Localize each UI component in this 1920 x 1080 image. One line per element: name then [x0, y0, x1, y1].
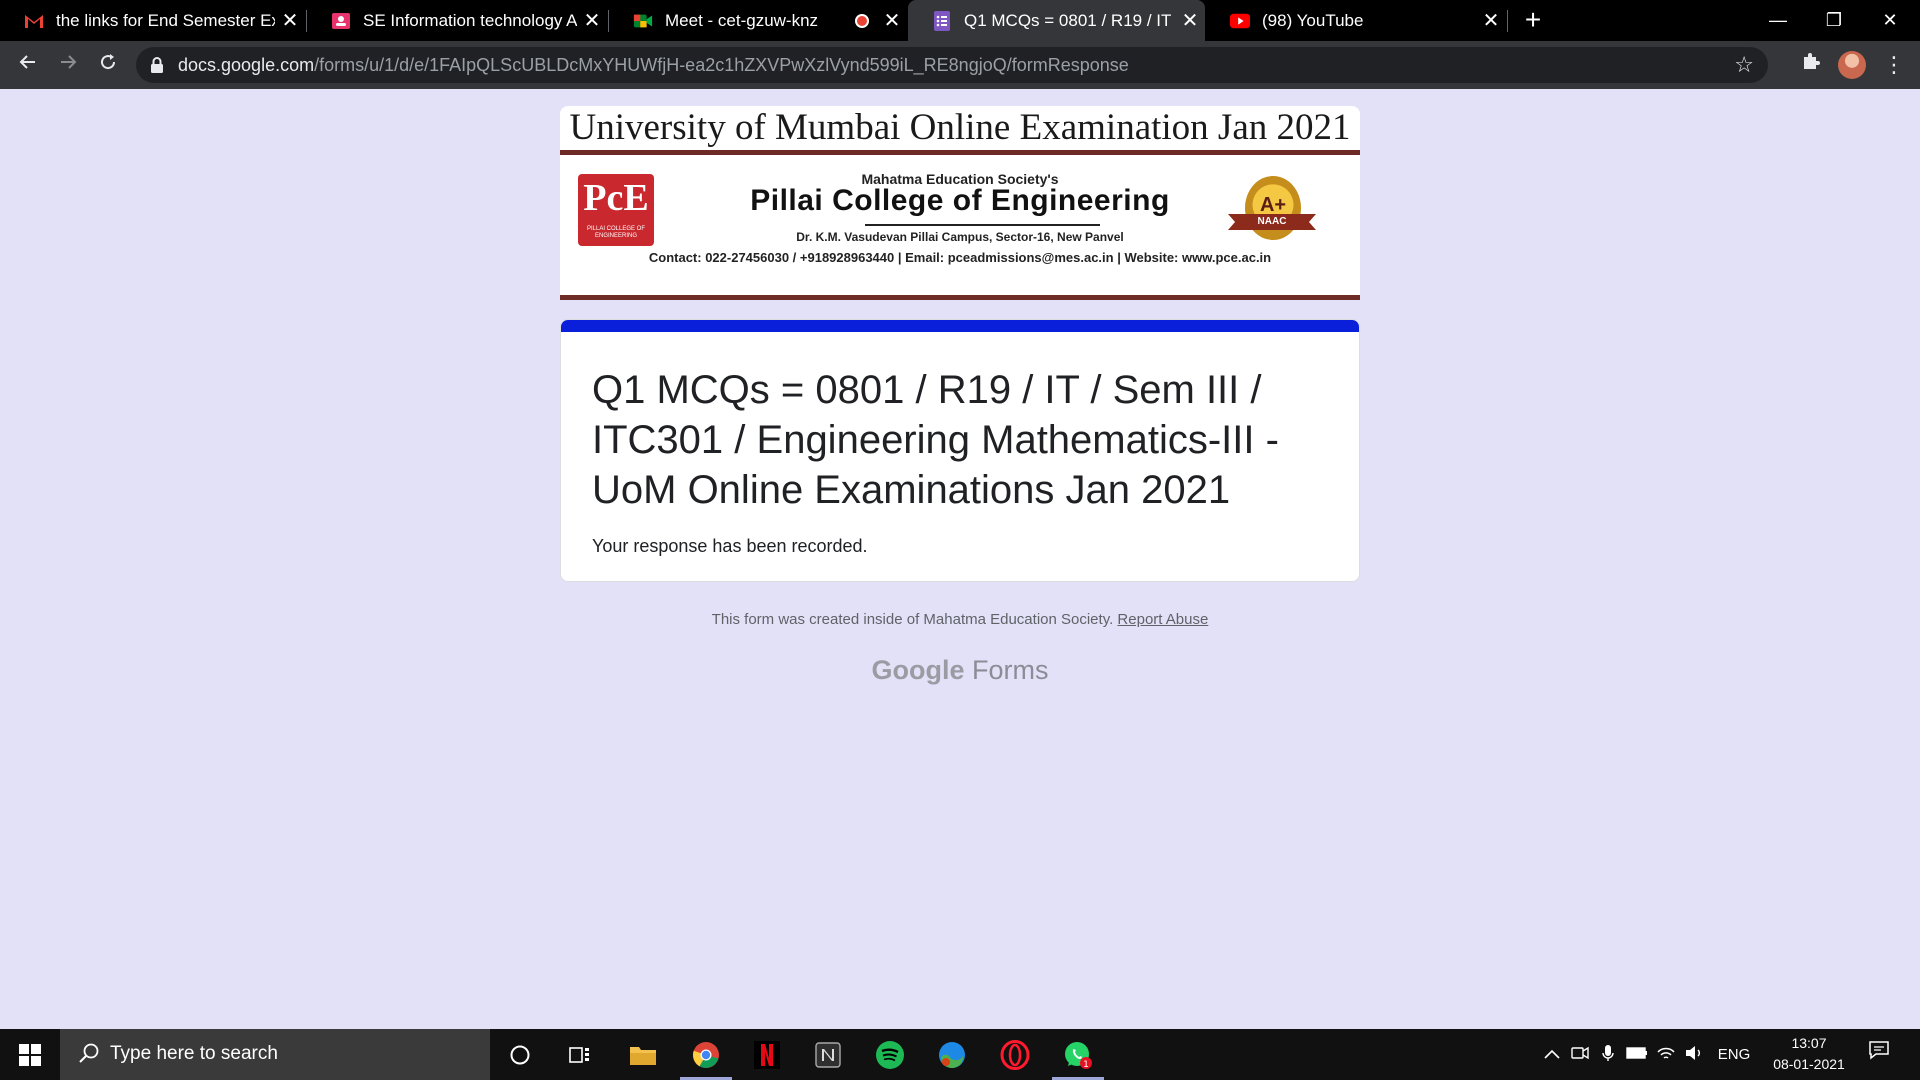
tab-title: (98) YouTube — [1262, 10, 1364, 30]
brand-google: Google — [871, 655, 965, 685]
language-indicator[interactable]: ENG — [1708, 1046, 1760, 1063]
close-icon[interactable]: ✕ — [577, 8, 607, 33]
task-view-icon[interactable] — [550, 1029, 610, 1080]
volume-icon[interactable] — [1680, 1045, 1708, 1065]
meet-icon — [633, 11, 653, 31]
tab-meet[interactable]: Meet - cet-gzuw-knz ✕ — [609, 0, 907, 41]
tab-youtube[interactable]: (98) YouTube ✕ — [1206, 0, 1506, 41]
tab-gmail[interactable]: the links for End Semester Examin ✕ — [0, 0, 305, 41]
card-accent-bar — [561, 320, 1359, 332]
chrome-icon[interactable] — [676, 1029, 736, 1080]
wifi-icon[interactable] — [1652, 1045, 1680, 1065]
chevron-up-icon[interactable] — [1538, 1046, 1566, 1063]
back-button[interactable] — [12, 49, 44, 81]
tab-title: Meet - cet-gzuw-knz — [665, 10, 819, 30]
tab-title: Q1 MCQs = 0801 / R19 / IT / Sem — [964, 10, 1175, 30]
close-icon[interactable]: ✕ — [275, 8, 305, 33]
extensions-puzzle-icon[interactable] — [1797, 51, 1825, 79]
form-footer: This form was created inside of Mahatma … — [0, 611, 1920, 628]
more-menu-icon[interactable]: ⋮ — [1880, 49, 1908, 81]
notion-icon[interactable] — [798, 1029, 858, 1080]
naac-ribbon: NAAC — [1228, 214, 1316, 230]
footer-text: This form was created inside of Mahatma … — [711, 611, 1114, 628]
confirmation-message: Your response has been recorded. — [592, 536, 868, 556]
spotify-icon[interactable] — [860, 1029, 920, 1080]
address-bar[interactable]: docs.google.com/forms/u/1/d/e/1FAIpQLScU… — [136, 47, 1768, 83]
restore-button[interactable]: ❐ — [1806, 0, 1862, 41]
cortana-icon[interactable] — [490, 1029, 550, 1080]
clock-date: 08-01-2021 — [1773, 1056, 1845, 1072]
battery-icon[interactable] — [1622, 1046, 1652, 1063]
minimize-button[interactable]: — — [1750, 0, 1806, 41]
url-host: docs.google.com — [178, 55, 315, 75]
classroom-icon — [331, 11, 351, 31]
browser-toolbar: docs.google.com/forms/u/1/d/e/1FAIpQLScU… — [0, 41, 1920, 89]
brand-forms: Forms — [972, 655, 1049, 685]
gmail-icon — [24, 11, 44, 31]
whatsapp-icon[interactable]: 1 — [1048, 1029, 1108, 1080]
form-page: University of Mumbai Online Examination … — [0, 89, 1920, 1029]
search-icon — [79, 1043, 99, 1063]
arrow-left-icon — [19, 55, 35, 69]
banner-heading: University of Mumbai Online Examination … — [569, 107, 1351, 148]
naac-badge-icon: A+ NAAC — [1228, 176, 1316, 248]
windows-start-icon[interactable] — [0, 1029, 60, 1080]
forward-button[interactable] — [52, 49, 84, 81]
system-tray: ENG — [1538, 1029, 1760, 1080]
recording-icon — [855, 13, 869, 28]
report-abuse-link[interactable]: Report Abuse — [1117, 611, 1208, 628]
reload-button[interactable] — [92, 49, 124, 81]
bookmark-star-icon[interactable]: ☆ — [1734, 52, 1754, 78]
tab-title: the links for End Semester Examin — [56, 10, 275, 30]
whatsapp-badge: 1 — [1083, 1060, 1089, 1070]
naac-grade: A+ — [1259, 194, 1287, 216]
reload-icon — [101, 54, 116, 70]
youtube-icon — [1230, 11, 1250, 31]
lock-icon — [151, 57, 163, 73]
google-forms-logo[interactable]: Google Forms — [0, 655, 1920, 686]
forms-icon — [932, 10, 952, 31]
clock-time: 13:07 — [1791, 1035, 1827, 1051]
url-path: /forms/u/1/d/e/1FAIpQLScUBLDcMxYHUWfjH-e… — [314, 55, 1129, 75]
new-tab-button[interactable]: + — [1517, 4, 1549, 36]
tab-strip: the links for End Semester Examin ✕ SE I… — [0, 0, 1920, 41]
profile-avatar[interactable] — [1838, 51, 1866, 79]
form-header-banner: University of Mumbai Online Examination … — [560, 106, 1360, 300]
arrow-right-icon — [61, 55, 77, 69]
college-underline — [865, 224, 1100, 226]
file-explorer-icon[interactable] — [613, 1029, 673, 1080]
response-card: Q1 MCQs = 0801 / R19 / IT / Sem III / IT… — [560, 319, 1360, 582]
meet-now-icon[interactable] — [1566, 1045, 1594, 1065]
college-contact: Contact: 022-27456030 / +918928963440 | … — [648, 250, 1272, 265]
action-center-icon[interactable] — [1862, 1039, 1896, 1069]
tab-classroom[interactable]: SE Information technology A ✕ — [307, 0, 607, 41]
banner-rule-bottom — [560, 295, 1360, 300]
microphone-icon[interactable] — [1594, 1044, 1622, 1066]
close-icon[interactable]: ✕ — [877, 8, 907, 33]
taskbar-clock[interactable]: 13:07 08-01-2021 — [1764, 1033, 1854, 1075]
tab-divider — [1507, 10, 1508, 32]
netflix-icon[interactable] — [737, 1029, 797, 1080]
close-icon[interactable]: ✕ — [1476, 8, 1506, 33]
close-icon[interactable]: ✕ — [1175, 8, 1205, 33]
close-window-button[interactable]: ✕ — [1862, 0, 1918, 41]
banner-rule-top — [560, 150, 1360, 155]
tab-title: SE Information technology A — [363, 10, 577, 30]
url-text: docs.google.com/forms/u/1/d/e/1FAIpQLScU… — [178, 55, 1129, 76]
opera-icon[interactable] — [985, 1029, 1045, 1080]
windows-taskbar: Type here to search 1 ENG 13:07 08-01-20… — [0, 1029, 1920, 1080]
tab-forms-active[interactable]: Q1 MCQs = 0801 / R19 / IT / Sem ✕ — [908, 0, 1205, 41]
form-title: Q1 MCQs = 0801 / R19 / IT / Sem III / IT… — [592, 368, 1279, 512]
taskbar-search-input[interactable]: Type here to search — [60, 1029, 490, 1080]
search-placeholder: Type here to search — [110, 1043, 278, 1064]
edge-icon[interactable] — [922, 1029, 982, 1080]
